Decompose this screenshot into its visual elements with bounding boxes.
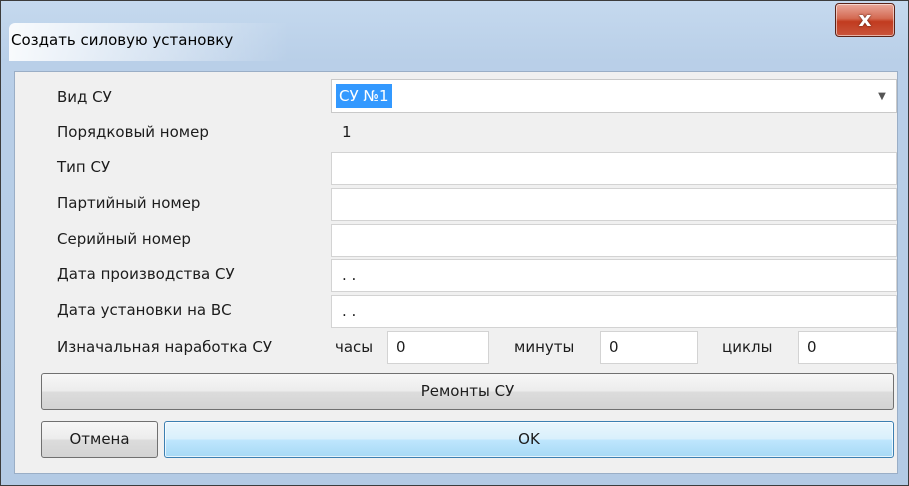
hours-label: часы: [335, 338, 374, 356]
chevron-down-icon[interactable]: ▼: [868, 80, 896, 112]
minutes-label: минуты: [514, 338, 575, 356]
seriyny-nomer-input[interactable]: [331, 224, 897, 257]
repairs-button[interactable]: Ремонты СУ: [41, 373, 894, 410]
window-title: Создать силовую установку: [11, 31, 234, 49]
minutes-input[interactable]: 0: [600, 331, 698, 364]
vid-su-select[interactable]: СУ №1 ▼: [331, 79, 897, 113]
partiyny-nomer-input[interactable]: [331, 188, 897, 221]
vid-su-label: Вид СУ: [57, 88, 112, 106]
close-icon: x: [858, 7, 872, 31]
cycles-input[interactable]: 0: [798, 331, 897, 364]
cancel-button[interactable]: Отмена: [41, 421, 158, 458]
data-proizvodstva-label: Дата производства СУ: [57, 265, 235, 283]
data-ustanovki-label: Дата установки на ВС: [57, 301, 232, 319]
close-button[interactable]: x: [835, 3, 895, 37]
poryadkovy-nomer-value: 1: [331, 116, 897, 149]
hours-input[interactable]: 0: [387, 331, 489, 364]
data-proizvodstva-input[interactable]: . .: [331, 259, 897, 292]
tip-su-label: Тип СУ: [57, 158, 111, 176]
vid-su-selected-value: СУ №1: [336, 84, 392, 108]
narabotka-label: Изначальная наработка СУ: [57, 338, 272, 356]
poryadkovy-nomer-label: Порядковый номер: [57, 123, 209, 141]
cycles-label: циклы: [722, 338, 773, 356]
seriyny-nomer-label: Серийный номер: [57, 230, 191, 248]
ok-button[interactable]: OK: [164, 421, 894, 458]
partiyny-nomer-label: Партийный номер: [57, 194, 201, 212]
dialog-window: Создать силовую установку x Вид СУ Поряд…: [0, 0, 909, 486]
data-ustanovki-input[interactable]: . .: [331, 295, 897, 328]
tip-su-input[interactable]: [331, 152, 897, 185]
